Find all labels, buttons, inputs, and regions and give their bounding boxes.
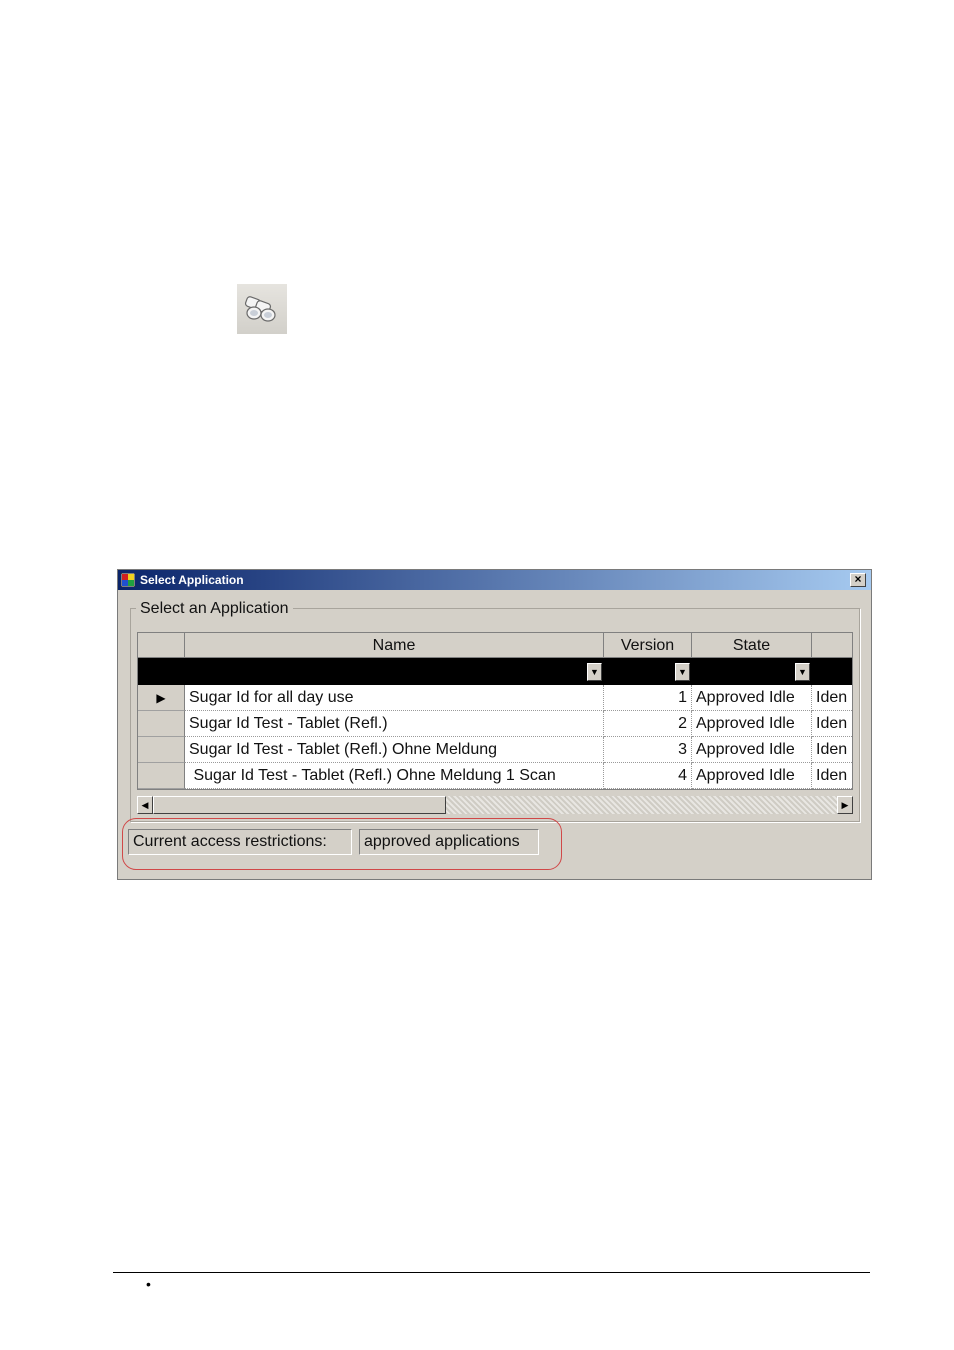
table-row[interactable]: Sugar Id Test - Tablet (Refl.) 2 Approve… <box>138 711 852 737</box>
column-header-version[interactable]: Version <box>604 633 692 658</box>
cell-state[interactable]: Approved Idle <box>692 763 812 789</box>
cell-version[interactable]: 4 <box>604 763 692 789</box>
cell-extra[interactable]: Iden <box>812 763 852 789</box>
scroll-thumb[interactable] <box>153 796 446 814</box>
row-selector[interactable]: ▶ <box>138 685 185 711</box>
group-title: Select an Application <box>136 599 293 619</box>
table-row[interactable]: Sugar Id Test - Tablet (Refl.) Ohne Meld… <box>138 737 852 763</box>
cell-version[interactable]: 3 <box>604 737 692 763</box>
scroll-right-button[interactable]: ▶ <box>837 796 853 814</box>
cell-state[interactable]: Approved Idle <box>692 711 812 737</box>
cell-name[interactable]: Sugar Id for all day use <box>185 685 604 711</box>
cell-name[interactable]: Sugar Id Test - Tablet (Refl.) Ohne Meld… <box>185 763 604 789</box>
highlight-ellipse <box>122 818 562 870</box>
cell-name[interactable]: Sugar Id Test - Tablet (Refl.) Ohne Meld… <box>185 737 604 763</box>
select-application-dialog: Select Application × Select an Applicati… <box>117 569 872 880</box>
table-row[interactable]: Sugar Id Test - Tablet (Refl.) Ohne Meld… <box>138 763 852 789</box>
binoculars-button[interactable] <box>237 284 287 334</box>
binoculars-icon <box>244 296 276 322</box>
application-grid: Name Version State ▼ ▼ ▼ ▶ Sugar Id for … <box>137 632 853 790</box>
version-filter-dropdown[interactable]: ▼ <box>675 663 690 681</box>
column-header-name[interactable]: Name <box>185 633 604 658</box>
corner-header <box>138 633 185 658</box>
cell-name[interactable]: Sugar Id Test - Tablet (Refl.) <box>185 711 604 737</box>
cell-extra[interactable]: Iden <box>812 685 852 711</box>
cell-extra[interactable]: Iden <box>812 737 852 763</box>
title-bar: Select Application × <box>118 570 871 590</box>
name-filter-dropdown[interactable]: ▼ <box>587 663 602 681</box>
table-row[interactable]: ▶ Sugar Id for all day use 1 Approved Id… <box>138 685 852 711</box>
column-header-extra[interactable] <box>812 633 852 658</box>
cell-state[interactable]: Approved Idle <box>692 737 812 763</box>
cell-version[interactable]: 2 <box>604 711 692 737</box>
cell-extra[interactable]: Iden <box>812 711 852 737</box>
dialog-title: Select Application <box>140 573 244 587</box>
row-selector[interactable] <box>138 763 185 789</box>
cell-version[interactable]: 1 <box>604 685 692 711</box>
filter-row: ▼ ▼ ▼ <box>138 658 852 685</box>
cell-state[interactable]: Approved Idle <box>692 685 812 711</box>
app-window-icon <box>121 573 135 587</box>
current-row-arrow-icon: ▶ <box>156 691 166 705</box>
footer-rule <box>113 1272 870 1273</box>
row-selector[interactable] <box>138 737 185 763</box>
horizontal-scrollbar[interactable]: ◀ ▶ <box>137 796 853 814</box>
close-button[interactable]: × <box>850 573 866 587</box>
state-filter-dropdown[interactable]: ▼ <box>795 663 810 681</box>
row-selector[interactable] <box>138 711 185 737</box>
footer-bullet: • <box>146 1276 151 1292</box>
scroll-left-button[interactable]: ◀ <box>137 796 153 814</box>
column-header-state[interactable]: State <box>692 633 812 658</box>
